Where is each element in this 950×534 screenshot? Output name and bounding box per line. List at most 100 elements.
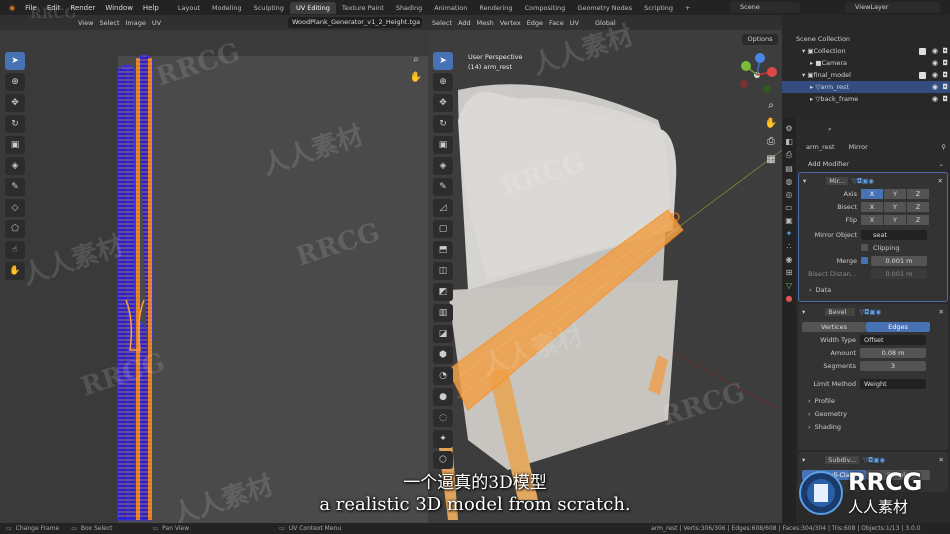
extrude-icon[interactable]: ⬒ <box>433 241 453 259</box>
modifier-toggles-icon[interactable]: ▽◘▣◉ <box>852 177 874 185</box>
outliner-collection[interactable]: ▾ ▣ Collection ◉ ◘ <box>782 45 950 57</box>
flip-z-toggle[interactable]: Z <box>907 214 929 225</box>
tab-animation[interactable]: Animation <box>428 2 473 14</box>
data-tab-icon[interactable]: ▽ <box>786 281 792 290</box>
axis-y-toggle[interactable]: Y <box>884 188 906 199</box>
blender-logo-icon[interactable]: ◉ <box>4 4 20 12</box>
modifier-tab-icon[interactable]: ✦ <box>786 229 793 238</box>
pan-view-icon[interactable]: ✋ <box>409 72 423 86</box>
viewport-menu-face[interactable]: Face <box>549 19 564 27</box>
grid-view-icon[interactable]: ▦ <box>764 154 778 168</box>
zoom-icon[interactable]: ⌕ <box>764 100 778 114</box>
bevel-header[interactable]: ▾ Bevel ▽◘▣◉ ✕ <box>798 305 948 318</box>
checkbox-icon[interactable] <box>919 71 926 79</box>
bisect-distance-field[interactable]: 0.001 m <box>871 268 927 279</box>
tab-uv-editing[interactable]: UV Editing <box>289 1 336 14</box>
camera-render-icon[interactable]: ◘ <box>942 83 948 91</box>
menu-window[interactable]: Window <box>100 4 138 12</box>
bisect-x-toggle[interactable]: X <box>861 201 883 212</box>
zoom-view-icon[interactable]: ⌕ <box>409 54 423 68</box>
checkbox-icon[interactable] <box>919 47 926 55</box>
pin-icon[interactable]: ⚲ <box>941 143 946 151</box>
material-tab-icon[interactable]: ● <box>786 294 793 303</box>
hand-pan-icon[interactable]: ✋ <box>764 118 778 132</box>
bisect-y-toggle[interactable]: Y <box>884 201 906 212</box>
select-tool-icon[interactable]: ➤ <box>5 52 25 70</box>
axis-x-toggle[interactable]: X <box>861 188 883 199</box>
select-box-icon[interactable]: ➤ <box>433 52 453 70</box>
scene-tab-icon[interactable]: ◍ <box>786 177 793 186</box>
mirror-header[interactable]: ▾ Mir... ▽◘▣◉ ✕ <box>799 174 947 187</box>
mirror-title[interactable]: Mir... <box>826 176 848 185</box>
poly-build-icon[interactable]: ⬢ <box>433 346 453 364</box>
output-tab-icon[interactable]: ⎙ <box>786 150 792 160</box>
viewport-menu-add[interactable]: Add <box>458 19 471 27</box>
add-cube-icon[interactable]: ▢ <box>433 220 453 238</box>
camera-render-icon[interactable]: ◘ <box>942 95 948 103</box>
rotate-tool-icon[interactable]: ↻ <box>5 115 25 133</box>
bevel-title[interactable]: Bevel <box>825 307 856 316</box>
clipping-checkbox[interactable] <box>861 244 868 251</box>
3d-viewport[interactable] <box>428 30 782 523</box>
physics-tab-icon[interactable]: ◉ <box>786 255 793 264</box>
annotate-tool-icon[interactable]: ✎ <box>5 178 25 196</box>
bevel-icon[interactable]: ◩ <box>433 283 453 301</box>
rotate-icon[interactable]: ↻ <box>433 115 453 133</box>
tab-modeling[interactable]: Modeling <box>206 2 248 14</box>
limit-method-dropdown[interactable]: Weight <box>860 378 926 389</box>
object-tab-icon[interactable]: ▣ <box>785 216 793 225</box>
loop-cut-icon[interactable]: ▥ <box>433 304 453 322</box>
collapse-icon[interactable]: ▾ <box>803 177 806 185</box>
outliner-scene-collection[interactable]: Scene Collection <box>782 33 950 45</box>
eye-icon[interactable]: ◉ <box>932 59 938 67</box>
scale-icon[interactable]: ▣ <box>433 136 453 154</box>
segments-field[interactable]: 3 <box>860 360 926 371</box>
cursor-icon[interactable]: ⊕ <box>433 73 453 91</box>
camera-render-icon[interactable]: ◘ <box>942 59 948 67</box>
profile-subpanel[interactable]: › Profile <box>798 394 948 407</box>
vertices-toggle[interactable]: Vertices <box>802 321 866 332</box>
merge-checkbox[interactable] <box>861 257 868 264</box>
move-icon[interactable]: ✥ <box>433 94 453 112</box>
outliner-arm-rest[interactable]: ▸ ▽ arm_rest ◉ ◘ <box>782 81 950 93</box>
camera-render-icon[interactable]: ◘ <box>942 47 948 55</box>
collection-tab-icon[interactable]: ▭ <box>785 203 793 212</box>
tab-texture-paint[interactable]: Texture Paint <box>336 2 390 14</box>
tab-scripting[interactable]: Scripting <box>638 2 679 14</box>
measure-icon[interactable]: ◿ <box>433 199 453 217</box>
camera-render-icon[interactable]: ◘ <box>942 71 948 79</box>
rip-icon[interactable]: ⬡ <box>433 451 453 469</box>
add-modifier-button[interactable]: Add Modifier <box>808 160 849 168</box>
merge-distance-field[interactable]: 0.001 m <box>871 255 927 266</box>
viewport-menu-edge[interactable]: Edge <box>527 19 543 27</box>
annotate-icon[interactable]: ✎ <box>433 178 453 196</box>
view-layer-tab-icon[interactable]: ▤ <box>785 164 793 173</box>
rip-tool-icon[interactable]: ◇ <box>5 199 25 217</box>
render-tab-icon[interactable]: ◧ <box>785 137 793 146</box>
eye-icon[interactable]: ◉ <box>932 47 938 55</box>
geometry-subpanel[interactable]: › Geometry <box>798 407 948 420</box>
constraints-tab-icon[interactable]: ⊞ <box>786 268 793 277</box>
tab-rendering[interactable]: Rendering <box>473 2 518 14</box>
image-name-field[interactable]: WoodPlank_Generator_v1_2_Height.tga <box>288 17 422 28</box>
tab-sculpting[interactable]: Sculpting <box>248 2 290 14</box>
spin-icon[interactable]: ◔ <box>433 367 453 385</box>
bisect-z-toggle[interactable]: Z <box>907 201 929 212</box>
tab-compositing[interactable]: Compositing <box>519 2 572 14</box>
axis-z-toggle[interactable]: Z <box>907 188 929 199</box>
tool-tab-icon[interactable]: ⚙ <box>785 124 792 133</box>
smooth-icon[interactable]: ● <box>433 388 453 406</box>
move-tool-icon[interactable]: ✥ <box>5 94 25 112</box>
transform-tool-icon[interactable]: ◈ <box>5 157 25 175</box>
uv-menu-uv[interactable]: UV <box>152 19 161 27</box>
modifier-toggles-icon[interactable]: ▽◘▣◉ <box>859 308 881 316</box>
tab-layout[interactable]: Layout <box>172 2 206 14</box>
viewport-menu-vertex[interactable]: Vertex <box>500 19 521 27</box>
flip-y-toggle[interactable]: Y <box>884 214 906 225</box>
uv-menu-view[interactable]: View <box>78 19 93 27</box>
camera-view-icon[interactable]: ⎙ <box>764 136 778 150</box>
shading-subpanel[interactable]: › Shading <box>798 420 948 433</box>
navigation-gizmo[interactable] <box>734 52 780 98</box>
viewport-menu-uv[interactable]: UV <box>570 19 579 27</box>
shear-icon[interactable]: ✦ <box>433 430 453 448</box>
